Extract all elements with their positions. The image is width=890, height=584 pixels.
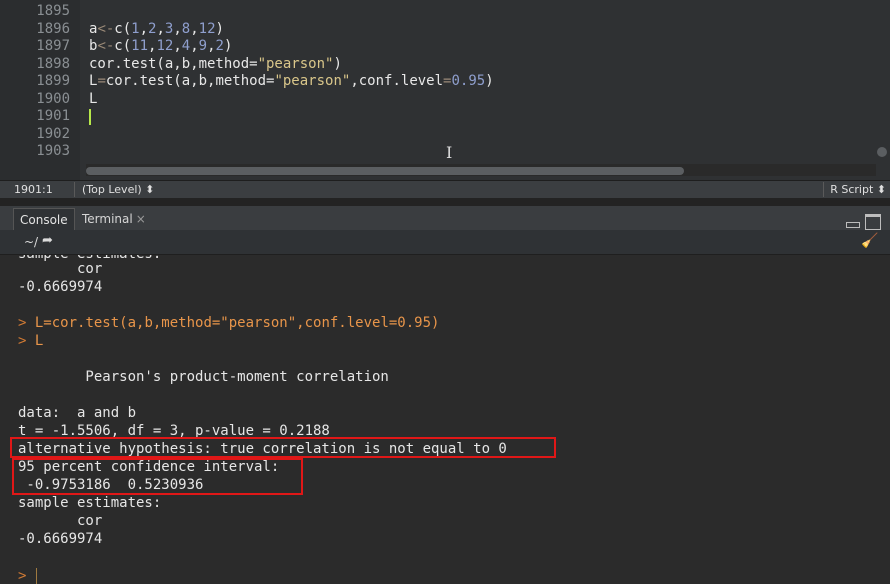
line-number: 1900 xyxy=(36,90,70,107)
console-command-line: > L=cor.test(a,b,method="pearson",conf.l… xyxy=(18,315,440,331)
console-cursor xyxy=(36,568,37,584)
line-number: 1897 xyxy=(36,38,70,54)
source-editor[interactable]: 1895 1896 1897 1898 1899 1900 1901 1902 … xyxy=(0,0,890,180)
console-line: cor xyxy=(18,261,103,277)
highlight-box-confidence-interval xyxy=(12,458,303,495)
close-icon[interactable]: × xyxy=(136,212,146,226)
line-number: 1901 xyxy=(36,108,70,124)
line-number: 1903 xyxy=(36,143,70,159)
console-line: cor xyxy=(18,513,103,529)
tab-console[interactable]: Console xyxy=(13,208,75,231)
line-number: 1898 xyxy=(36,55,70,72)
console-line: -0.6669974 xyxy=(18,531,103,547)
code-line-1900[interactable]: L xyxy=(89,91,97,109)
code-line-1897[interactable]: b<-c(11,12,4,9,2) xyxy=(89,38,232,56)
line-number: 1902 xyxy=(36,125,70,142)
editor-status-bar: 1901:1 (Top Level) ⬍ R Script ⬍ xyxy=(0,180,890,199)
highlight-box-alternative xyxy=(10,437,556,458)
console-toolbar: ~/ ➦ 🧹 xyxy=(0,230,890,255)
minimize-pane-icon[interactable] xyxy=(846,222,860,228)
scope-selector[interactable]: (Top Level) ⬍ xyxy=(82,182,154,197)
text-cursor xyxy=(89,109,91,125)
goto-directory-icon[interactable]: ➦ xyxy=(42,233,53,248)
console-line: data: a and b xyxy=(18,405,137,421)
code-line-1898[interactable]: cor.test(a,b,method="pearson") xyxy=(89,56,342,74)
console-line: sample estimates: xyxy=(18,495,162,511)
tab-terminal[interactable]: Terminal × xyxy=(76,208,152,230)
tab-terminal-label: Terminal xyxy=(82,212,133,226)
code-line-1896[interactable]: a<-c(1,2,3,8,12) xyxy=(89,21,224,39)
file-type-selector[interactable]: R Script ⬍ xyxy=(823,182,886,197)
line-number-gutter: 1895 1896 1897 1898 1899 1900 1901 1902 … xyxy=(0,0,80,180)
ibeam-cursor-icon: I xyxy=(446,143,453,162)
line-number: 1899 xyxy=(36,73,70,89)
working-directory: ~/ xyxy=(24,235,39,249)
console-prompt: > xyxy=(18,568,27,584)
vertical-scroll-indicator[interactable] xyxy=(877,147,887,157)
cursor-position: 1901:1 xyxy=(14,182,75,197)
line-number: 1896 xyxy=(36,20,70,37)
pane-splitter[interactable] xyxy=(0,198,890,206)
console-command-line: > L xyxy=(18,333,44,349)
console-output[interactable]: sample estimates: cor -0.6669974 > L=cor… xyxy=(0,255,890,584)
horizontal-scrollbar[interactable] xyxy=(86,164,876,176)
code-line-1899[interactable]: L=cor.test(a,b,method="pearson",conf.lev… xyxy=(89,73,494,91)
line-number: 1895 xyxy=(36,3,70,19)
test-title: Pearson's product-moment correlation xyxy=(18,369,389,385)
console-tab-bar: Console Terminal × xyxy=(0,206,890,231)
clear-console-icon[interactable]: 🧹 xyxy=(861,233,878,249)
console-line: -0.6669974 xyxy=(18,279,103,295)
scrollbar-thumb[interactable] xyxy=(86,167,684,175)
maximize-pane-icon[interactable] xyxy=(865,214,881,230)
